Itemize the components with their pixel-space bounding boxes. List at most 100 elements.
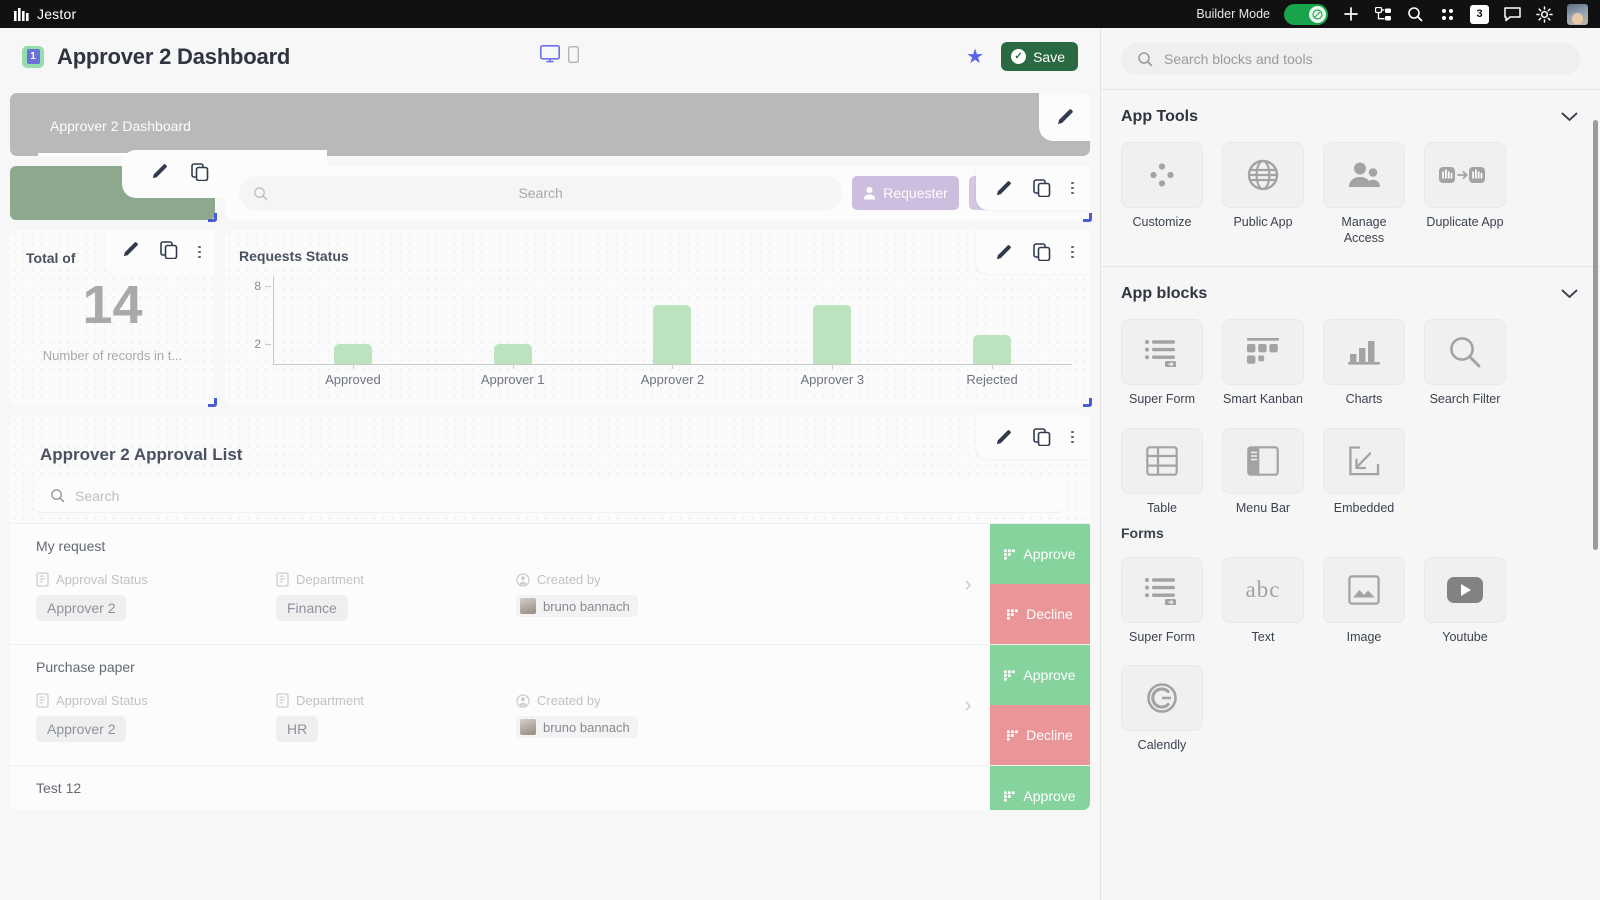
- chart-bar-cell[interactable]: [273, 276, 433, 364]
- decline-button[interactable]: Decline: [990, 705, 1090, 765]
- chart-bar-cell[interactable]: [912, 276, 1072, 364]
- panel-tile-text[interactable]: abcText: [1222, 557, 1304, 646]
- panel-search-input[interactable]: Search blocks and tools: [1121, 43, 1580, 75]
- chevron-down-icon[interactable]: [1561, 289, 1578, 299]
- selection-handle[interactable]: [1083, 213, 1092, 222]
- chart-bar[interactable]: [334, 344, 372, 364]
- approval-list-search-input[interactable]: Search: [36, 479, 1064, 513]
- star-icon[interactable]: ★: [966, 47, 984, 67]
- approval-list-row[interactable]: My requestApproval StatusApprover 2Depar…: [10, 523, 1090, 644]
- panel-tile-label: Menu Bar: [1236, 501, 1290, 517]
- panel-tile-search-filter[interactable]: Search Filter: [1424, 319, 1506, 408]
- approve-button[interactable]: Approve: [990, 524, 1090, 584]
- chart-card-edit-button[interactable]: [994, 243, 1013, 262]
- chart-bar[interactable]: [813, 305, 851, 364]
- tab-approver-2-dashboard[interactable]: Approver 2 Dashboard: [50, 118, 191, 134]
- panel-tile-image[interactable]: Image: [1323, 557, 1405, 646]
- panel-tile-calendly[interactable]: Calendly: [1121, 665, 1203, 754]
- chart-card-duplicate-button[interactable]: [1033, 243, 1051, 261]
- super-form-icon: [1121, 319, 1203, 385]
- topbar-actions: Builder Mode: [1196, 4, 1592, 25]
- total-card-duplicate-button[interactable]: [160, 241, 178, 264]
- panel-tile-duplicate-app[interactable]: Duplicate App: [1424, 142, 1506, 246]
- save-button[interactable]: ✓ Save: [1001, 42, 1078, 71]
- approve-button[interactable]: Approve: [990, 766, 1090, 810]
- chart-bar[interactable]: [973, 335, 1011, 364]
- panel-tile-super-form[interactable]: Super Form: [1121, 557, 1203, 646]
- selection-handle[interactable]: [208, 213, 217, 222]
- plus-icon[interactable]: [1342, 5, 1360, 23]
- approval-list-row[interactable]: Test 12Approval StatusApproval StatusDep…: [10, 765, 1090, 810]
- panel-tile-public-app[interactable]: Public App: [1222, 142, 1304, 246]
- requests-status-chart-card[interactable]: Requests Status 28 ApprovedApprover 1App…: [225, 230, 1090, 405]
- total-card-edit-button[interactable]: [121, 240, 140, 264]
- chart-bar-cell[interactable]: [593, 276, 753, 364]
- total-card-more-button[interactable]: [198, 246, 201, 259]
- approval-list-row[interactable]: Purchase paperApproval StatusApprover 2D…: [10, 644, 1090, 765]
- menu-bar-edit-button[interactable]: [1039, 93, 1090, 141]
- apps-grid-icon[interactable]: [1438, 5, 1456, 23]
- approve-button[interactable]: Approve: [990, 645, 1090, 705]
- row-field-department: DepartmentFinance: [276, 572, 516, 621]
- desktop-icon[interactable]: [540, 45, 560, 68]
- panel-scrollbar[interactable]: [1593, 120, 1598, 550]
- filter-block-duplicate-button[interactable]: [1033, 179, 1051, 197]
- builder-mode-toggle[interactable]: [1284, 4, 1328, 25]
- chevron-down-icon[interactable]: [1561, 112, 1578, 122]
- kpi-green-block[interactable]: [10, 166, 215, 220]
- person-icon: [863, 186, 876, 200]
- green-block-duplicate-button[interactable]: [191, 163, 209, 186]
- approval-list-more-button[interactable]: [1071, 431, 1074, 444]
- panel-section-header[interactable]: App blocks: [1101, 267, 1600, 303]
- green-block-edit-button[interactable]: [150, 162, 169, 186]
- panel-tile-super-form[interactable]: Super Form: [1121, 319, 1203, 408]
- chart-bar-cell[interactable]: [433, 276, 593, 364]
- row-expand-chevron-icon[interactable]: ›: [946, 645, 990, 765]
- chart-y-tick-dash: [265, 286, 271, 287]
- panel-tile-customize[interactable]: Customize: [1121, 142, 1203, 246]
- os-topbar: Jestor Builder Mode: [0, 0, 1600, 28]
- filter-chip-requester[interactable]: Requester: [852, 176, 959, 210]
- filter-block-edit-button[interactable]: [994, 179, 1013, 198]
- row-expand-chevron-icon[interactable]: ›: [946, 524, 990, 644]
- chart-card-more-button[interactable]: [1071, 246, 1074, 259]
- search-icon[interactable]: [1406, 5, 1424, 23]
- total-records-card[interactable]: Total of 14 Number of records in t...: [10, 230, 215, 405]
- chat-icon[interactable]: [1503, 5, 1521, 23]
- mobile-icon[interactable]: [568, 46, 579, 68]
- workflow-icon[interactable]: [1374, 5, 1392, 23]
- menu-bar-block[interactable]: Approver 2 Dashboard: [10, 93, 1090, 156]
- chart-bar[interactable]: [653, 305, 691, 364]
- panel-tile-menu-bar[interactable]: Menu Bar: [1222, 428, 1304, 517]
- approval-list-duplicate-button[interactable]: [1033, 428, 1051, 446]
- panel-tile-table[interactable]: Table: [1121, 428, 1203, 517]
- builder-icon: [1312, 9, 1323, 20]
- row-content: Test 12Approval StatusApproval StatusDep…: [10, 766, 946, 810]
- approval-list-card[interactable]: Approver 2 Approval List Search My reque…: [10, 415, 1090, 810]
- jestor-brand[interactable]: Jestor: [14, 6, 76, 22]
- panel-tile-grid: Super FormSmart KanbanChartsSearch Filte…: [1101, 303, 1600, 522]
- chart-bar[interactable]: [494, 344, 532, 364]
- search-filter-block[interactable]: Search Requester Department: [225, 166, 1090, 220]
- user-avatar[interactable]: [1567, 4, 1588, 25]
- filter-search-input[interactable]: Search: [239, 176, 842, 210]
- row-expand-chevron-icon[interactable]: ›: [946, 766, 990, 810]
- chart-x-tick-label: Approver 2: [593, 372, 753, 387]
- panel-tile-embedded[interactable]: Embedded: [1323, 428, 1405, 517]
- selection-handle[interactable]: [208, 398, 217, 407]
- panel-tile-youtube[interactable]: Youtube: [1424, 557, 1506, 646]
- selection-handle[interactable]: [1083, 398, 1092, 407]
- filter-block-more-button[interactable]: [1071, 182, 1074, 195]
- panel-tile-manage-access[interactable]: Manage Access: [1323, 142, 1405, 246]
- panel-tile-grid: CustomizePublic AppManage AccessDuplicat…: [1101, 126, 1600, 252]
- chart-card-tools: [976, 230, 1090, 274]
- header-actions: ★ ✓ Save: [966, 42, 1078, 71]
- panel-section-header[interactable]: App Tools: [1101, 90, 1600, 126]
- chart-bar-cell[interactable]: [752, 276, 912, 364]
- decline-button[interactable]: Decline: [990, 584, 1090, 644]
- approval-list-edit-button[interactable]: [994, 428, 1013, 447]
- panel-tile-smart-kanban[interactable]: Smart Kanban: [1222, 319, 1304, 408]
- notification-count-badge[interactable]: 3: [1470, 5, 1489, 24]
- gear-icon[interactable]: [1535, 5, 1553, 23]
- panel-tile-charts[interactable]: Charts: [1323, 319, 1405, 408]
